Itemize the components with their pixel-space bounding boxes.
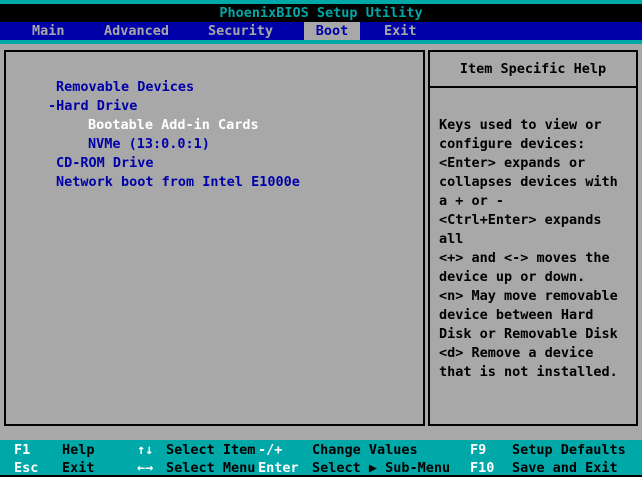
key-updown-icon: ↑↓ [137,442,154,458]
boot-item-removable-devices[interactable]: Removable Devices [6,78,423,97]
tab-boot[interactable]: Boot [304,22,360,40]
key-updown-label: Select Item [166,442,256,458]
key-minusplus-label: Change Values [312,442,418,458]
boot-item-network-boot[interactable]: Network boot from Intel E1000e [6,173,423,192]
main-area: Removable Devices -Hard Drive Bootable A… [0,40,642,444]
boot-item-nvme[interactable]: NVMe (13:0.0:1) [6,135,423,154]
bios-setup-screen: PhoenixBIOS Setup Utility Main Advanced … [0,0,642,477]
app-title: PhoenixBIOS Setup Utility [0,4,642,22]
boot-device-list: Removable Devices -Hard Drive Bootable A… [6,52,423,192]
key-legend-row: F1 Help ↑↓ Select Item -/+ Change Values… [0,442,642,459]
item-specific-help-panel: Item Specific Help Keys used to view or … [428,50,638,426]
tab-advanced[interactable]: Advanced [104,22,169,40]
boot-item-cd-rom-drive[interactable]: CD-ROM Drive [6,154,423,173]
boot-item-bootable-add-in-cards[interactable]: Bootable Add-in Cards [6,116,423,135]
boot-item-hard-drive[interactable]: -Hard Drive [6,97,423,116]
key-f1: F1 [14,442,31,458]
key-f9-label: Setup Defaults [512,442,626,458]
tab-exit[interactable]: Exit [384,22,417,40]
boot-order-panel: Removable Devices -Hard Drive Bootable A… [4,50,425,426]
help-panel-text: Keys used to view or configure devices: … [439,117,618,380]
key-f1-label: Help [62,442,95,458]
menu-bar: Main Advanced Security Boot Exit [0,22,642,40]
help-panel-title: Item Specific Help [430,52,636,88]
tab-main[interactable]: Main [32,22,65,40]
tab-security[interactable]: Security [208,22,273,40]
key-f9: F9 [470,442,487,458]
key-legend-bar: F1 Help ↑↓ Select Item -/+ Change Values… [0,440,642,476]
key-minusplus: -/+ [258,442,283,458]
